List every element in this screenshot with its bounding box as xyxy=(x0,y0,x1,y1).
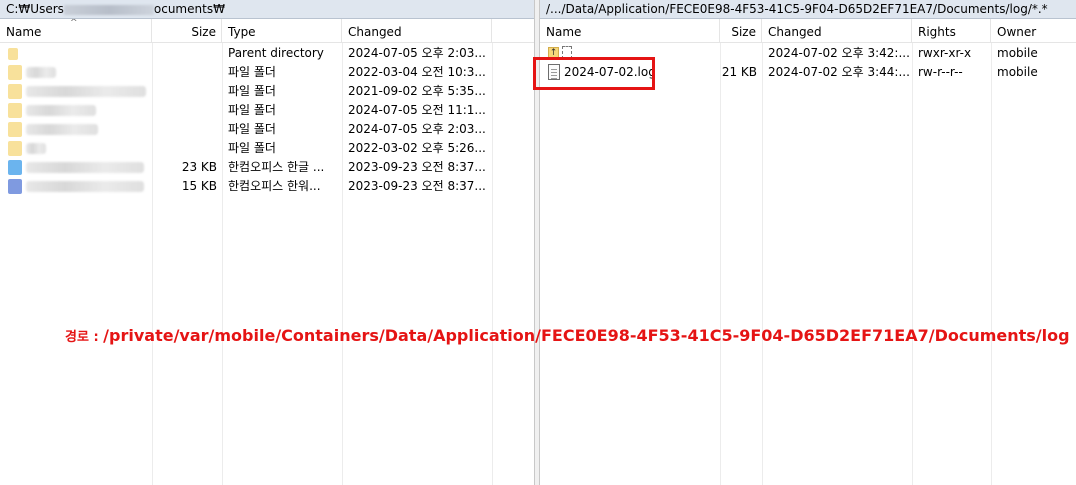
cell-changed: 2023-09-23 오전 8:37... xyxy=(348,179,486,193)
cell-changed: 2023-09-23 오전 8:37... xyxy=(348,160,486,174)
path-annotation-value: /private/var/mobile/Containers/Data/Appl… xyxy=(103,326,1070,345)
cell-name[interactable] xyxy=(0,120,152,139)
redacted-filename xyxy=(26,86,146,97)
table-row[interactable]: Parent directory 2024-07-05 오후 2:03... xyxy=(0,44,534,63)
cell-changed: 2022-03-04 오전 10:3... xyxy=(348,65,486,79)
remote-file-list: ↑ 2024-07-02 오후 3:42:... rwxr-xr-x mobile 20… xyxy=(540,44,1076,82)
table-row[interactable]: 파일 폴더 2024-07-05 오전 11:1... xyxy=(0,101,534,120)
cell-owner: mobile xyxy=(997,46,1038,60)
cell-size: 23 KB xyxy=(181,160,217,174)
cell-type: Parent directory xyxy=(228,46,324,60)
folder-icon xyxy=(8,84,22,99)
redacted-filename xyxy=(26,124,98,135)
cell-name[interactable]: 2024-07-02.log xyxy=(540,63,720,82)
cell-name[interactable] xyxy=(0,44,152,63)
cell-size xyxy=(152,101,222,120)
column-header-changed[interactable]: Changed xyxy=(342,19,492,43)
parent-folder-icon: ↑ xyxy=(548,47,559,59)
local-path-prefix: C:₩Users xyxy=(6,2,64,16)
local-path-bar[interactable]: C:₩Users ocuments₩ xyxy=(0,0,534,19)
table-row[interactable]: 파일 폴더 2022-03-04 오전 10:3... xyxy=(0,63,534,82)
cell-size: 21 KB xyxy=(721,65,757,79)
cell-owner: mobile xyxy=(997,65,1038,79)
cell-type: 한컴오피스 한글 ... xyxy=(228,160,325,174)
table-row[interactable]: 15 KB 한컴오피스 한워... 2023-09-23 오전 8:37... xyxy=(0,177,534,196)
folder-icon xyxy=(8,141,22,156)
table-row[interactable]: 2024-07-02.log 21 KB 2024-07-02 오후 3:44:..… xyxy=(540,63,1076,82)
local-column-headers: Name ^ Size Type Changed xyxy=(0,19,534,43)
redacted-path-segment xyxy=(63,4,154,15)
cell-size xyxy=(720,44,762,63)
column-header-rights[interactable]: Rights xyxy=(912,19,991,43)
cell-name[interactable] xyxy=(0,139,152,158)
table-row[interactable]: 23 KB 한컴오피스 한글 ... 2023-09-23 오전 8:37... xyxy=(0,158,534,177)
path-annotation: 경로 : /private/var/mobile/Containers/Data… xyxy=(65,326,1070,345)
cell-type: 한컴오피스 한워... xyxy=(228,179,321,193)
local-path-suffix: ocuments₩ xyxy=(153,2,225,16)
folder-icon xyxy=(8,122,22,137)
cell-type: 파일 폴더 xyxy=(228,122,276,136)
redacted-filename xyxy=(26,181,144,192)
placeholder-box-icon xyxy=(562,46,572,59)
column-header-name[interactable]: Name ^ xyxy=(0,19,152,43)
cell-changed: 2024-07-05 오후 2:03... xyxy=(348,122,486,136)
cell-name[interactable] xyxy=(0,63,152,82)
redacted-filename xyxy=(26,162,144,173)
cell-rights: rw-r--r-- xyxy=(918,65,963,79)
redacted-filename xyxy=(26,67,56,78)
remote-path-bar[interactable]: /.../Data/Application/FECE0E98-4F53-41C5… xyxy=(540,0,1076,19)
remote-column-headers: Name Size Changed Rights Owner xyxy=(540,19,1076,43)
table-row[interactable]: 파일 폴더 2021-09-02 오후 5:35... xyxy=(0,82,534,101)
cell-type: 파일 폴더 xyxy=(228,103,276,117)
cell-size xyxy=(152,82,222,101)
cell-size xyxy=(152,139,222,158)
column-header-changed[interactable]: Changed xyxy=(762,19,912,43)
path-annotation-label: 경로 : xyxy=(65,330,104,345)
column-header-owner[interactable]: Owner xyxy=(991,19,1076,43)
remote-file-panel[interactable]: /.../Data/Application/FECE0E98-4F53-41C5… xyxy=(540,0,1076,485)
table-row[interactable]: ↑ 2024-07-02 오후 3:42:... rwxr-xr-x mobile xyxy=(540,44,1076,63)
sort-asc-icon: ^ xyxy=(70,19,78,28)
redacted-filename xyxy=(26,143,46,154)
cell-size: 15 KB xyxy=(181,179,217,193)
cell-type: 파일 폴더 xyxy=(228,65,276,79)
file-name: 2024-07-02.log xyxy=(564,65,656,79)
cell-name[interactable]: ↑ xyxy=(540,44,720,63)
parent-folder-icon xyxy=(8,48,18,60)
cell-changed: 2024-07-02 오후 3:44:... xyxy=(768,65,910,79)
column-header-size[interactable]: Size xyxy=(152,19,222,43)
log-file-icon xyxy=(548,64,560,80)
cell-size xyxy=(152,63,222,82)
cell-name[interactable] xyxy=(0,158,152,177)
cell-type: 파일 폴더 xyxy=(228,84,276,98)
cell-rights: rwxr-xr-x xyxy=(918,46,972,60)
hword-file-icon xyxy=(8,179,22,194)
cell-name[interactable] xyxy=(0,177,152,196)
hwp-file-icon xyxy=(8,160,22,175)
column-header-extra[interactable] xyxy=(492,19,534,43)
cell-type: 파일 폴더 xyxy=(228,141,276,155)
cell-changed: 2024-07-05 오후 2:03... xyxy=(348,46,486,60)
cell-changed: 2021-09-02 오후 5:35... xyxy=(348,84,486,98)
folder-icon xyxy=(8,103,22,118)
local-file-list: Parent directory 2024-07-05 오후 2:03... 파일 … xyxy=(0,44,534,196)
cell-size xyxy=(152,44,222,63)
cell-changed: 2024-07-02 오후 3:42:... xyxy=(768,46,910,60)
cell-size xyxy=(152,120,222,139)
folder-icon xyxy=(8,65,22,80)
cell-name[interactable] xyxy=(0,101,152,120)
local-file-panel[interactable]: C:₩Users ocuments₩ Name ^ Size Type Chang… xyxy=(0,0,534,485)
cell-name[interactable] xyxy=(0,82,152,101)
redacted-filename xyxy=(26,105,96,116)
column-header-size[interactable]: Size xyxy=(720,19,762,43)
remote-column-gridlines xyxy=(540,43,1076,485)
column-header-name[interactable]: Name xyxy=(540,19,720,43)
cell-changed: 2022-03-02 오후 5:26... xyxy=(348,141,486,155)
cell-changed: 2024-07-05 오전 11:1... xyxy=(348,103,486,117)
table-row[interactable]: 파일 폴더 2024-07-05 오후 2:03... xyxy=(0,120,534,139)
table-row[interactable]: 파일 폴더 2022-03-02 오후 5:26... xyxy=(0,139,534,158)
column-header-type[interactable]: Type xyxy=(222,19,342,43)
